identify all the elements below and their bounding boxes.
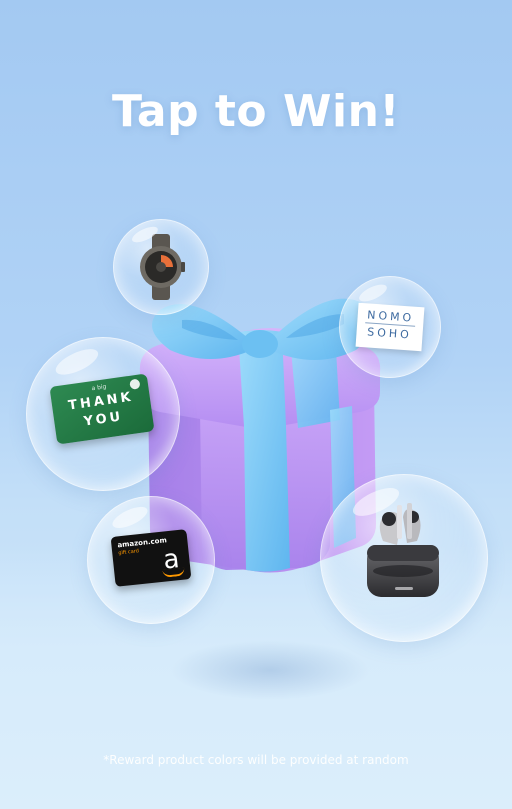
thank-you-gift-card: a big THANK YOU: [49, 373, 155, 445]
nomo-card-line2: SOHO: [366, 325, 413, 342]
reward-bubble-smartwatch[interactable]: [113, 219, 209, 315]
earbuds-icon: [367, 503, 439, 597]
reward-bubble-nomo-soho[interactable]: NOMO SOHO: [339, 276, 441, 378]
smartwatch-icon: [140, 234, 185, 300]
gift-shadow: [170, 640, 370, 700]
amazon-card-brand: amazon.com: [117, 536, 168, 550]
reward-bubble-thank-you-card[interactable]: a big THANK YOU: [26, 337, 180, 491]
reward-disclaimer: *Reward product colors will be provided …: [103, 753, 409, 767]
amazon-smile-icon: [162, 567, 186, 578]
reward-bubble-earbuds[interactable]: [320, 474, 488, 642]
amazon-gift-card: amazon.com gift card a: [110, 529, 192, 587]
reward-bubble-amazon-gift-card[interactable]: amazon.com gift card a: [87, 496, 215, 624]
nomo-soho-card: NOMO SOHO: [355, 302, 425, 352]
page-title: Tap to Win!: [112, 86, 400, 137]
amazon-card-sub: gift card: [118, 548, 140, 557]
